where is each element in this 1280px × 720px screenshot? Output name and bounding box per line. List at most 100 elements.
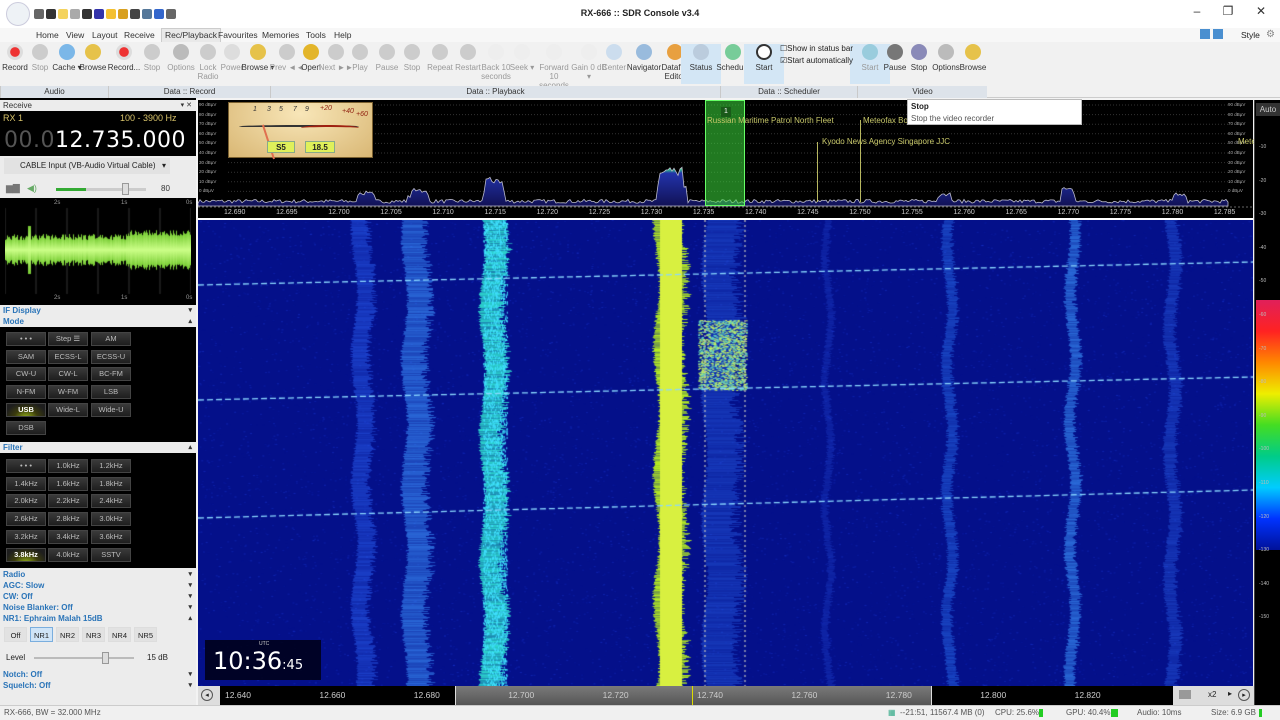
mode-cw-u[interactable]: CW-U [6,367,46,382]
tab-home[interactable]: Home [36,30,59,40]
frequency-tick: 12.700 [328,209,350,216]
mode-ecss-l[interactable]: ECSS-L [48,349,88,364]
filter-3-4khz[interactable]: 3.4kHz [48,529,88,544]
speaker-icon[interactable]: ◀) [27,183,37,194]
filter-2-4khz[interactable]: 2.4kHz [91,494,131,509]
mode-lsb[interactable]: LSB [91,385,131,400]
mode-section[interactable]: Mode ▴ [0,316,196,327]
tab-help[interactable]: Help [334,30,351,40]
nr-nr3-button[interactable]: NR3 [82,627,105,642]
level-bars-icon[interactable]: ▆▇ [6,183,20,194]
mode-w-fm[interactable]: W-FM [48,385,88,400]
nr-nr2-button[interactable]: NR2 [56,627,79,642]
waterfall-display[interactable] [198,220,1253,686]
nr-level-slider-thumb[interactable] [102,652,109,664]
filter-1-2khz[interactable]: 1.2kHz [91,459,131,473]
tab-favourites[interactable]: Favourites [218,30,258,40]
filter-3-8khz[interactable]: 3.8kHz [6,547,46,562]
nr-off-button[interactable]: Off [4,627,27,642]
noise-blanker-section[interactable]: Noise Blanker: Off ▾ [0,602,196,613]
nr-section[interactable]: NR1: Ephraim Malah 15dB ▴ [0,613,196,624]
auto-button[interactable]: Auto [1256,103,1280,116]
start-button[interactable]: Start [744,44,784,84]
mode-[interactable]: • • • [6,332,46,346]
scroll-right-icon[interactable]: ▸ [1238,689,1250,701]
mode-ecss-u[interactable]: ECSS-U [91,349,131,364]
filter-3-6khz[interactable]: 3.6kHz [91,529,131,544]
filter-3-0khz[interactable]: 3.0kHz [91,512,131,527]
filter-4-0khz[interactable]: 4.0kHz [48,547,88,562]
filter-sstv[interactable]: SSTV [91,547,131,562]
bookmark-label[interactable]: Kyodo News Agency Singapore JJC [822,137,950,146]
radio-section[interactable]: Radio ▾ [0,569,196,580]
scroll-left-icon[interactable]: ◂ [201,689,213,701]
filter-section[interactable]: Filter ▴ [0,442,196,453]
mode-bc-fm[interactable]: BC-FM [91,367,131,382]
s-meter-scale-label: 3 [267,106,271,113]
bookmark-label[interactable]: Meteofax Bo [863,116,908,125]
overview-frequency-scale[interactable]: ◂ 12.640 12.660 12.680 12.700 12.720 12.740 12… [198,686,1254,705]
mode-dsb[interactable]: DSB [6,420,46,435]
tab-layout[interactable]: Layout [92,30,118,40]
folder-icon [85,44,101,60]
start-automatically-checkbox[interactable]: ☑Start automatically [780,56,853,65]
mode-usb[interactable]: USB [6,402,46,417]
forward-10-seconds-button[interactable]: Forward 10 seconds [534,44,574,90]
notch-section[interactable]: Notch: Off ▾ [0,669,196,680]
panel-close-icon[interactable]: ▾ ✕ [181,100,192,111]
filter-1-8khz[interactable]: 1.8kHz [91,476,131,491]
gear-icon[interactable]: ⚙ [1266,29,1275,40]
tab-tools[interactable]: Tools [306,30,326,40]
audio-input-select[interactable]: CABLE Input (VB-Audio Virtual Cable) ▾ [4,158,170,174]
layout-icon[interactable] [1200,29,1210,39]
cw-section[interactable]: CW: Off ▾ [0,591,196,602]
tab-memories[interactable]: Memories [262,30,299,40]
play-small-icon[interactable]: ▸ [1228,689,1232,698]
minimize-button[interactable]: – [1182,4,1212,18]
monitor-icon[interactable] [1213,29,1223,39]
mode-am[interactable]: AM [91,332,131,346]
squelch-section[interactable]: Squelch: Off ▾ [0,680,196,691]
browse-button[interactable]: Browse [953,44,993,72]
zoom-level[interactable]: x2 [1208,690,1216,699]
tab-receive[interactable]: Receive [124,30,155,40]
filter-2-2khz[interactable]: 2.2kHz [48,494,88,509]
filter-1-4khz[interactable]: 1.4kHz [6,476,46,491]
tab-rec-playback[interactable]: Rec/Playback [161,28,221,42]
db-label: 30 dBµV [199,159,217,165]
close-button[interactable]: ✕ [1246,4,1276,18]
volume-slider[interactable] [56,183,146,195]
agc-section[interactable]: AGC: Slow ▾ [0,580,196,591]
restore-button[interactable]: ❐ [1213,4,1243,18]
mode-sam[interactable]: SAM [6,349,46,364]
spectrum-display[interactable]: 90 dBµV 90 dBµV 80 dBµV 80 dBµV 70 dBµV 70 dB… [198,100,1256,218]
mode-wide-l[interactable]: Wide-L [48,402,88,417]
if-display-section[interactable]: IF Display ▾ [0,305,196,316]
mode-n-fm[interactable]: N-FM [6,385,46,400]
filter-1-0khz[interactable]: 1.0kHz [48,459,88,473]
mode-step[interactable]: Step ☰ [48,332,88,346]
mode-cw-l[interactable]: CW-L [48,367,88,382]
s-meter-scale-label: 1 [253,106,257,113]
nr-nr4-button[interactable]: NR4 [108,627,131,642]
filter-2-0khz[interactable]: 2.0kHz [6,494,46,509]
volume-slider-thumb[interactable] [122,183,129,195]
clock-hours-minutes: 10:36 [213,647,283,675]
bookmark-label[interactable]: Russian Maritime Patrol North Fleet [707,116,834,125]
nr-nr1-button[interactable]: NR1 [30,627,53,642]
filter-more[interactable]: • • • [6,459,46,473]
filter-3-2khz[interactable]: 3.2kHz [6,529,46,544]
filter-2-8khz[interactable]: 2.8kHz [48,512,88,527]
db-label: 0 dBµV [199,188,214,194]
tab-view[interactable]: View [66,30,84,40]
keyboard-icon[interactable] [1179,690,1191,699]
nr-nr5-button[interactable]: NR5 [134,627,157,642]
mode-wide-u[interactable]: Wide-U [91,402,131,417]
frequency-display[interactable]: 00.012.735.000 [4,128,186,153]
color-scale[interactable]: Auto -10 -20 -30 -40 -50 -60 -70 -80 -90 -100 -110… [1254,100,1280,705]
filter-2-6khz[interactable]: 2.6kHz [6,512,46,527]
style-menu[interactable]: Style [1241,30,1260,40]
nr-level-slider[interactable] [34,652,134,664]
show-in-status-bar-checkbox[interactable]: ☐Show in status bar [780,44,853,53]
filter-1-6khz[interactable]: 1.6kHz [48,476,88,491]
